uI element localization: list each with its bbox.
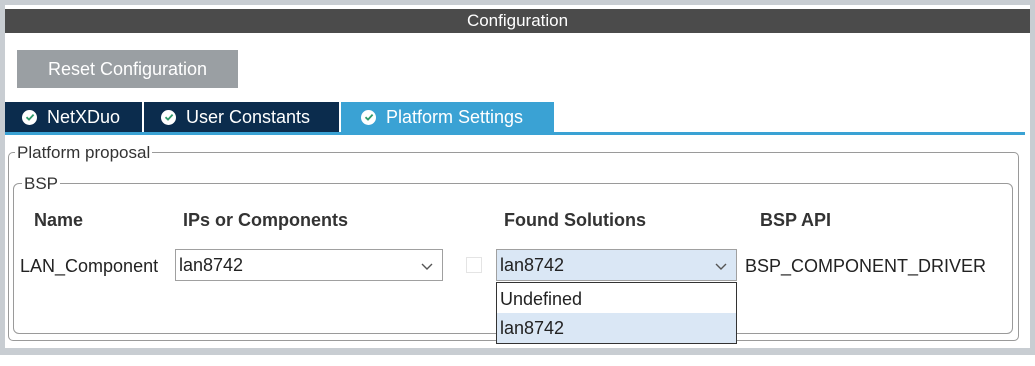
dropdown-option-undefined[interactable]: Undefined bbox=[497, 284, 736, 314]
window-border-bottom bbox=[0, 348, 1035, 355]
ip-component-value: lan8742 bbox=[179, 254, 244, 275]
window-title: Configuration bbox=[5, 9, 1030, 33]
found-solutions-select[interactable]: lan8742 bbox=[496, 249, 737, 281]
bsp-api-value: BSP_COMPONENT_DRIVER bbox=[745, 256, 987, 276]
ip-component-select[interactable]: lan8742 bbox=[175, 249, 443, 281]
window-border-right bbox=[1030, 5, 1035, 355]
configuration-window: Configuration Reset Configuration NetXDu… bbox=[0, 0, 1035, 366]
dropdown-option-lan8742[interactable]: lan8742 bbox=[497, 313, 736, 343]
chevron-down-icon bbox=[421, 263, 433, 270]
placeholder-icon bbox=[466, 257, 482, 273]
tab-underline bbox=[5, 132, 1025, 135]
check-circle-icon bbox=[22, 109, 37, 125]
found-solutions-value: lan8742 bbox=[500, 254, 565, 275]
column-header-found-solutions: Found Solutions bbox=[504, 210, 646, 230]
window-border-top bbox=[0, 0, 1035, 5]
platform-proposal-legend: Platform proposal bbox=[15, 143, 153, 163]
check-circle-icon bbox=[361, 109, 376, 125]
reset-configuration-button[interactable]: Reset Configuration bbox=[17, 50, 238, 88]
window-border-left bbox=[0, 5, 5, 355]
bsp-legend: BSP bbox=[22, 174, 61, 194]
column-header-name: Name bbox=[34, 210, 84, 230]
tab-netxduo[interactable]: NetXDuo bbox=[5, 102, 144, 132]
chevron-down-icon bbox=[715, 263, 727, 270]
found-solutions-dropdown: Undefined lan8742 bbox=[496, 282, 737, 344]
tab-label: User Constants bbox=[186, 106, 311, 127]
tab-bar: NetXDuo User Constants Platform Settings bbox=[5, 102, 554, 132]
tab-label: Platform Settings bbox=[386, 106, 524, 127]
tab-label: NetXDuo bbox=[47, 106, 121, 127]
check-circle-icon bbox=[161, 109, 176, 125]
column-header-bsp-api: BSP API bbox=[760, 210, 832, 230]
column-header-ips: IPs or Components bbox=[183, 210, 349, 230]
tab-user-constants[interactable]: User Constants bbox=[144, 102, 341, 132]
component-name: LAN_Component bbox=[20, 256, 159, 276]
tab-platform-settings[interactable]: Platform Settings bbox=[341, 102, 554, 132]
